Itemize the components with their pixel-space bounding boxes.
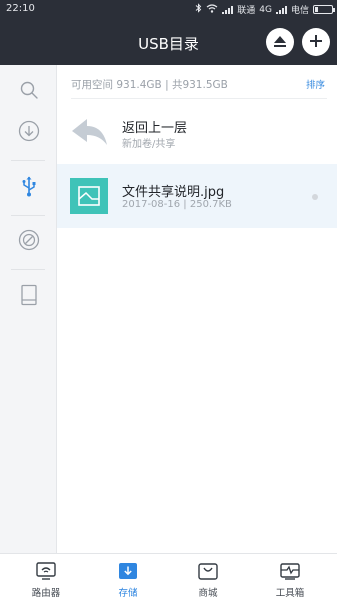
file-browser: 可用空间 931.4GB | 共931.5GB 排序 返回上一层 新加卷/共享 … xyxy=(57,65,337,553)
shop-bag-icon xyxy=(198,562,218,580)
carrier-1: 联通 xyxy=(237,6,256,16)
file-name: 文件共享说明.jpg xyxy=(122,185,225,200)
back-arrow-icon xyxy=(70,114,108,150)
storage-space: 可用空间 931.4GB | 共931.5GB xyxy=(71,79,228,91)
status-icons: 联通 4G 电信 xyxy=(195,3,335,16)
back-label: 返回上一层 xyxy=(122,121,188,136)
tablet-icon xyxy=(20,284,38,310)
router-icon xyxy=(36,562,56,580)
battery-icon xyxy=(313,5,335,14)
tab-shop[interactable]: 商城 xyxy=(166,554,250,600)
app-header: USB目录 xyxy=(0,19,337,65)
status-bar: 22:10 联通 4G 电信 xyxy=(0,0,337,19)
plus-icon xyxy=(309,33,323,52)
status-time: 22:10 xyxy=(6,3,35,14)
signal-icon xyxy=(222,5,234,14)
usb-icon xyxy=(20,175,38,201)
search-icon xyxy=(19,80,39,104)
back-row[interactable]: 返回上一层 新加卷/共享 xyxy=(57,100,337,164)
file-meta: 2017-08-16 | 250.7KB xyxy=(122,199,232,210)
sidebar-item-disk[interactable] xyxy=(0,215,57,269)
sidebar xyxy=(0,65,57,553)
more-dot-icon[interactable] xyxy=(312,194,318,200)
download-icon xyxy=(18,120,40,146)
tab-router[interactable]: 路由器 xyxy=(4,554,88,600)
network-type: 4G xyxy=(259,4,272,15)
bluetooth-icon xyxy=(195,3,202,16)
wifi-icon xyxy=(206,3,218,16)
divider xyxy=(71,98,327,99)
image-file-icon xyxy=(70,178,108,214)
storage-info-row: 可用空间 931.4GB | 共931.5GB 排序 xyxy=(57,65,337,99)
list-item[interactable]: 文件共享说明.jpg 2017-08-16 | 250.7KB xyxy=(57,164,337,228)
eject-button[interactable] xyxy=(266,28,294,56)
tab-label: 商城 xyxy=(198,588,218,599)
eject-icon xyxy=(273,33,287,52)
carrier-2: 电信 xyxy=(290,6,309,16)
tab-label: 存储 xyxy=(118,588,138,599)
tab-label: 路由器 xyxy=(31,588,61,599)
tab-toolbox[interactable]: 工具箱 xyxy=(248,554,332,600)
storage-icon xyxy=(118,562,138,580)
tab-label: 工具箱 xyxy=(275,588,305,599)
current-path: 新加卷/共享 xyxy=(122,139,176,150)
signal-icon xyxy=(275,5,287,14)
bottom-nav: 路由器 存储 商城 工具箱 xyxy=(0,553,337,600)
sidebar-item-downloads[interactable] xyxy=(0,106,57,160)
add-button[interactable] xyxy=(302,28,330,56)
sort-button[interactable]: 排序 xyxy=(306,77,325,91)
toolbox-icon xyxy=(280,562,300,580)
disk-icon xyxy=(18,229,40,255)
tab-storage[interactable]: 存储 xyxy=(86,554,170,600)
sidebar-item-device[interactable] xyxy=(0,270,57,324)
sidebar-item-usb[interactable] xyxy=(0,161,57,215)
